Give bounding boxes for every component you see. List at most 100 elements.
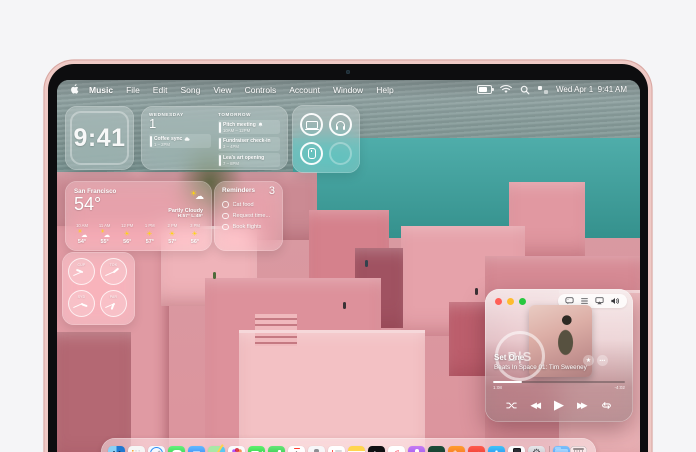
partly-cloudy-icon <box>100 230 109 238</box>
widget-world-clock[interactable]: CUP TOK SYD PAR <box>62 252 135 325</box>
calendar-tomorrow-column: TOMORROW Pitch meeting 10AM – 12PM Fundr… <box>218 112 280 164</box>
reminders-title: Reminders <box>222 187 255 194</box>
dock-app-appstore[interactable]: A <box>488 446 505 452</box>
event-time: 10AM – 12PM <box>223 128 277 133</box>
zoom-window-button[interactable] <box>519 298 526 305</box>
widget-batteries[interactable] <box>292 105 360 173</box>
dock-app-contacts[interactable] <box>308 446 325 452</box>
dock-app-maps[interactable] <box>208 446 225 452</box>
dock-app-messages[interactable] <box>168 446 185 452</box>
dock-app-mail[interactable] <box>188 446 205 452</box>
control-center-icon[interactable] <box>538 86 548 94</box>
dock-trash[interactable] <box>570 446 587 452</box>
dock-app-device-app[interactable] <box>508 446 525 452</box>
menu-bar-datetime[interactable]: Wed Apr 1 9:41 AM <box>556 85 627 94</box>
widget-clock[interactable]: 9:41 <box>65 106 134 170</box>
progress-fill <box>493 381 522 383</box>
menu-item-controls[interactable]: Controls <box>245 85 277 95</box>
calendar-event[interactable]: Lea's art opening 7 – 8PM <box>218 153 280 167</box>
reminder-text: Book flights <box>233 224 262 230</box>
favorite-button[interactable] <box>583 355 594 366</box>
dock-app-finder[interactable] <box>108 446 125 452</box>
search-icon[interactable] <box>520 85 530 95</box>
dock-folder-downloads[interactable] <box>553 446 570 452</box>
weather-temperature: 54° <box>74 195 116 214</box>
calendar-event[interactable]: Fundraiser check-in 3 – 4PM <box>218 137 280 151</box>
dock-app-calculator[interactable] <box>128 446 145 452</box>
progress-bar[interactable] <box>493 381 625 383</box>
widget-weather[interactable]: San Francisco 54° Partly Cloudy H:57° L:… <box>65 181 212 251</box>
analog-clock: PAR <box>100 290 127 317</box>
dock-app-calendar[interactable]: 1 <box>288 446 305 452</box>
hour-temp: 57° <box>168 239 176 245</box>
reminder-checkbox[interactable] <box>222 224 229 231</box>
dock-app-safari[interactable] <box>148 446 165 452</box>
app-menus: Music File Edit Song View Controls Accou… <box>89 85 394 95</box>
analog-clock: TOK <box>100 258 127 285</box>
calendar-event[interactable]: Pitch meeting 10AM – 12PM <box>218 120 280 134</box>
wallpaper-shape <box>239 332 425 452</box>
dock-app-rocket-app[interactable] <box>468 446 485 452</box>
reminder-text: Cat food <box>233 202 254 208</box>
dock-app-music[interactable] <box>388 446 405 452</box>
dock-app-reminders[interactable] <box>328 446 345 452</box>
bell-icon <box>258 122 263 127</box>
menu-item-song[interactable]: Song <box>180 85 200 95</box>
volume-icon[interactable] <box>610 297 620 305</box>
reminders-count: 3 <box>269 187 275 197</box>
queue-icon[interactable] <box>580 297 589 305</box>
play-button[interactable] <box>554 397 564 413</box>
next-button[interactable] <box>577 400 588 411</box>
menu-item-file[interactable]: File <box>126 85 140 95</box>
dock-app-tv[interactable]: tv <box>368 446 385 452</box>
playlist-name: Set One <box>494 353 597 362</box>
weather-high-low: H:57° L:49° <box>168 214 203 219</box>
dock-app-green-app[interactable] <box>428 446 445 452</box>
menu-item-help[interactable]: Help <box>376 85 393 95</box>
dock-app-podcasts[interactable] <box>408 446 425 452</box>
reminder-checkbox[interactable] <box>222 213 229 220</box>
hour-label: 10 AM <box>76 223 88 228</box>
reminder-row: Request time... <box>222 213 275 220</box>
hour-temp: 56° <box>191 239 199 245</box>
dock-app-draw-app[interactable] <box>448 446 465 452</box>
hourly-entry: 2 PM 57° <box>164 223 180 245</box>
airplay-icon[interactable] <box>595 297 604 305</box>
calendar-tomorrow-label: TOMORROW <box>218 112 280 117</box>
menu-item-view[interactable]: View <box>213 85 231 95</box>
minimize-window-button[interactable] <box>507 298 514 305</box>
lyrics-icon[interactable]: ” <box>565 297 574 305</box>
city-label: TOK <box>101 263 126 267</box>
reminder-checkbox[interactable] <box>222 201 229 208</box>
battery-icon[interactable] <box>477 85 492 94</box>
previous-button[interactable] <box>530 400 541 411</box>
wifi-icon[interactable] <box>500 85 512 94</box>
weather-left: San Francisco 54° <box>74 188 116 219</box>
shuffle-button[interactable] <box>506 401 517 410</box>
reminder-text: Request time... <box>233 213 271 219</box>
cloud-icon <box>184 137 190 141</box>
calendar-day-label: WEDNESDAY <box>149 112 211 117</box>
menu-item-account[interactable]: Account <box>289 85 320 95</box>
dock-app-phone[interactable] <box>268 446 285 452</box>
menu-item-music[interactable]: Music <box>89 85 113 95</box>
track-title: Beats In Space 01: Tim Sweeney <box>494 364 597 371</box>
apple-logo-icon[interactable] <box>70 84 79 95</box>
dock-app-notes[interactable] <box>348 446 365 452</box>
more-options-button[interactable] <box>597 355 608 366</box>
sun-icon <box>168 230 177 238</box>
menu-item-window[interactable]: Window <box>333 85 363 95</box>
music-player-window[interactable]: ” B|S Set One Beats In Space 01: Tim Swe… <box>485 289 633 422</box>
repeat-button[interactable] <box>601 401 612 410</box>
dock-app-facetime[interactable] <box>248 446 265 452</box>
close-window-button[interactable] <box>495 298 502 305</box>
page: Music File Edit Song View Controls Accou… <box>0 0 696 452</box>
widget-calendar[interactable]: WEDNESDAY 1 Coffee sync 1 – 2PM TOMORROW… <box>141 106 288 170</box>
widget-reminders[interactable]: Reminders 3 Cat food Request time... Boo… <box>214 181 283 251</box>
wallpaper-shape <box>239 330 425 333</box>
dock-app-photos[interactable] <box>228 446 245 452</box>
dock-app-settings[interactable] <box>528 446 545 452</box>
hour-label: 2 PM <box>167 223 177 228</box>
menu-item-edit[interactable]: Edit <box>153 85 168 95</box>
calendar-event[interactable]: Coffee sync 1 – 2PM <box>149 134 211 148</box>
